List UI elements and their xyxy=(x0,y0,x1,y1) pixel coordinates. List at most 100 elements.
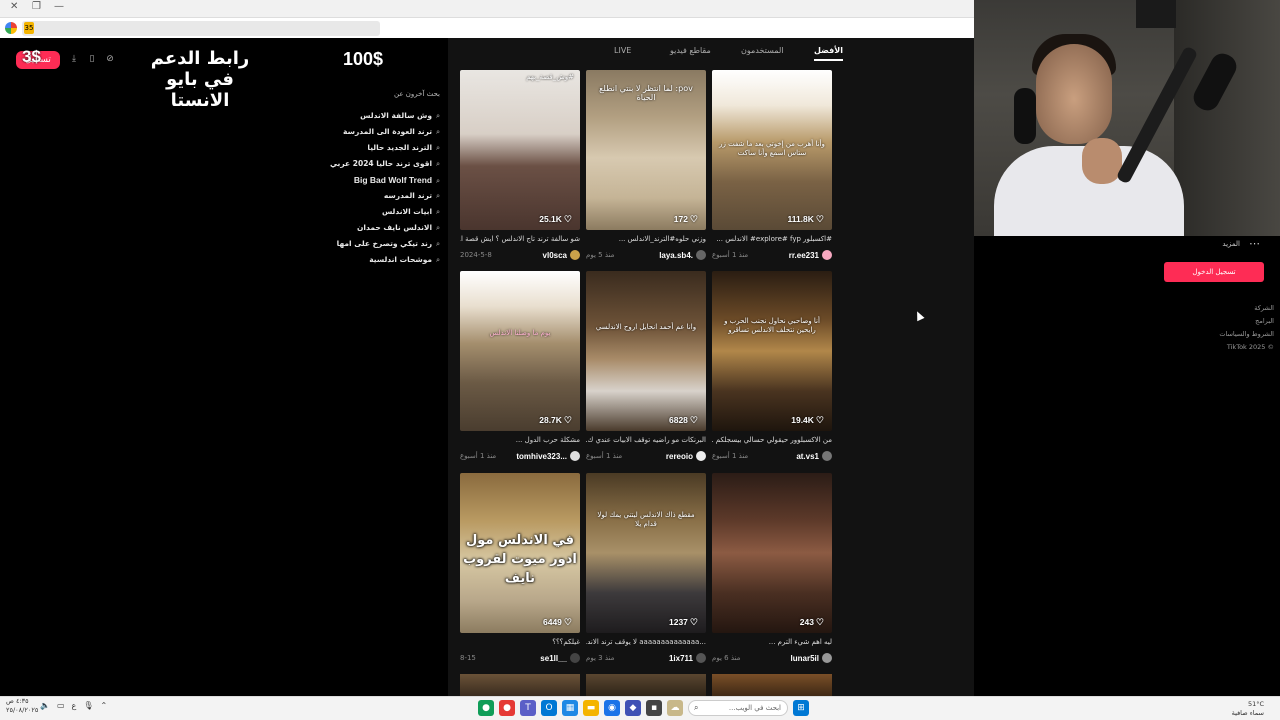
video-description[interactable]: من الاكسبلوور حيقولي حسالي بيسجلكم ... xyxy=(712,436,832,446)
related-search-item[interactable]: ⌕الترند الجديد حاليا xyxy=(330,140,440,156)
video-thumbnail[interactable]: مقطع ذاك الاندلس ليتني يمك لولا قدام يلا… xyxy=(586,473,706,633)
video-card[interactable]: في الاندلس مول ادور ميوت لقروب نايف 6449… xyxy=(460,473,580,664)
tab-users[interactable]: المستخدمون xyxy=(741,46,784,55)
video-description[interactable]: ...aaaaaaaaaaaaaa لا يوقف ترند الاند... xyxy=(586,638,706,648)
restore-window-icon[interactable]: ❐ xyxy=(32,1,41,12)
video-author[interactable]: rereoio xyxy=(666,451,706,461)
video-description[interactable]: #اكسبلور explore# fyp# الاندلس ... xyxy=(712,235,832,245)
teams-icon[interactable]: T xyxy=(520,700,536,716)
search-icon: ⌕ xyxy=(694,703,699,712)
app-icon[interactable]: ● xyxy=(499,700,515,716)
video-author[interactable]: tomhive323... xyxy=(516,451,580,461)
video-card[interactable]: 243 ♡ ليه اهم شيء الترم ... منذ 6 يوم lun… xyxy=(712,473,832,664)
related-search-item[interactable]: ⌕رند تيكي وتصرخ على امها xyxy=(330,236,440,252)
heart-icon: ♡ xyxy=(563,415,572,425)
related-search-item[interactable]: ⌕Big Bad Wolf Trend xyxy=(330,172,440,188)
video-card[interactable]: مقطع ذاك الاندلس ليتني يمك لولا قدام يلا… xyxy=(586,473,706,664)
video-author[interactable]: lunar5il xyxy=(791,653,832,663)
video-author[interactable]: vl0sca xyxy=(543,250,580,260)
clock[interactable]: ٤:٣٥ ص ٢٥/٠٨/٢٠٢٥ xyxy=(6,697,38,715)
app-icon[interactable]: ▪ xyxy=(646,700,662,716)
video-thumbnail-partial[interactable] xyxy=(460,674,580,696)
footer-links: الشركة البرامج الشروط والسياسات © TikTok… xyxy=(1219,302,1274,354)
close-window-icon[interactable]: ✕ xyxy=(10,1,18,12)
video-description[interactable]: البرنكات مو راضيه توقف الابيات عندي ك... xyxy=(586,436,706,446)
related-search-item[interactable]: ⌕وش سالفة الاندلس xyxy=(330,108,440,124)
video-author[interactable]: laya.sb4. xyxy=(659,250,706,260)
language-icon[interactable]: ع xyxy=(72,701,77,710)
browser-tab[interactable] xyxy=(22,21,380,36)
video-card[interactable]: يوم ما وصلنا الاندلس 28.7K ♡ مشكلة حرب ال… xyxy=(460,271,580,462)
outlook-icon[interactable]: O xyxy=(541,700,557,716)
results-tabs: الأفضل المستخدمون مقاطع فيديو LIVE xyxy=(448,38,974,64)
tab-videos[interactable]: مقاطع فيديو xyxy=(670,46,711,55)
video-thumbnail[interactable]: وانا عم أحمد انحايل اروح الاندلسي 6828 ♡ xyxy=(586,271,706,431)
microphone-tray-icon[interactable]: 🎙 xyxy=(83,701,93,710)
widgets-icon[interactable]: ☁ xyxy=(667,700,683,716)
related-search-item[interactable]: ⌕موشحات اندلسية xyxy=(330,252,440,268)
right-sidebar: ⋯ المزيد تسجيل الدخول الشركة البرامج الش… xyxy=(974,236,1280,696)
video-author[interactable]: rr.ee231 xyxy=(789,250,832,260)
tab-top[interactable]: الأفضل xyxy=(814,46,843,61)
chrome-icon xyxy=(5,22,17,34)
compass-icon[interactable]: ⊘ xyxy=(104,52,116,66)
related-search-item[interactable]: ⌕الاندلس نايف حمدان xyxy=(330,220,440,236)
minimize-window-icon[interactable]: — xyxy=(54,1,64,12)
footer-link-terms[interactable]: الشروط والسياسات xyxy=(1219,328,1274,341)
video-description[interactable]: ليه اهم شيء الترم ... xyxy=(712,638,832,648)
video-thumbnail[interactable]: أنا وصاحبي نحاول نجنب الحرب و رايحين نتح… xyxy=(712,271,832,431)
video-date: 8-15 xyxy=(460,654,476,662)
app-icon[interactable]: ◆ xyxy=(625,700,641,716)
chrome-taskbar-icon[interactable]: ◉ xyxy=(604,700,620,716)
footer-link-programs[interactable]: البرامج xyxy=(1219,315,1274,328)
video-description[interactable]: غيلكم؟؟؟ xyxy=(460,638,580,648)
system-tray: 🔈 ▭ ع 🎙 ⌃ xyxy=(40,701,107,710)
app-icon[interactable]: ● xyxy=(478,700,494,716)
like-count: 1237 ♡ xyxy=(669,617,698,627)
related-search-item[interactable]: ⌕ترند المدرسه xyxy=(330,188,440,204)
video-author[interactable]: at.vs1 xyxy=(796,451,832,461)
tab-live[interactable]: LIVE xyxy=(614,46,631,55)
more-link[interactable]: المزيد xyxy=(1222,240,1240,248)
phone-icon[interactable]: ▯ xyxy=(86,52,98,66)
video-thumbnail-partial[interactable] xyxy=(712,674,832,696)
speaker-icon[interactable]: 🔈 xyxy=(40,701,50,710)
video-card[interactable]: #وش_قصة_بهم 25.1K ♡ شو سالفة ترند تاج الا… xyxy=(460,70,580,261)
video-thumbnail-partial[interactable] xyxy=(586,674,706,696)
video-thumbnail[interactable]: #وش_قصة_بهم 25.1K ♡ xyxy=(460,70,580,230)
download-icon[interactable]: ⤓ xyxy=(68,52,80,66)
video-card[interactable]: وانا عم أحمد انحايل اروح الاندلسي 6828 ♡ … xyxy=(586,271,706,462)
video-thumbnail[interactable]: وأنا أهرب من إخوتي بعد ما شفت زر ستاس اس… xyxy=(712,70,832,230)
video-thumbnail[interactable]: 243 ♡ xyxy=(712,473,832,633)
video-card[interactable]: pov: لما انتظر لا بنتي انطلع الحياة 172 ♡… xyxy=(586,70,706,261)
video-card[interactable]: أنا وصاحبي نحاول نجنب الحرب و رايحين نتح… xyxy=(712,271,832,462)
windows-start-icon[interactable]: ⊞ xyxy=(793,700,809,716)
video-author[interactable]: 1ix711 xyxy=(669,653,706,663)
video-card[interactable]: وأنا أهرب من إخوتي بعد ما شفت زر ستاس اس… xyxy=(712,70,832,261)
video-thumbnail[interactable]: يوم ما وصلنا الاندلس 28.7K ♡ xyxy=(460,271,580,431)
login-button[interactable]: تسجيل الدخول xyxy=(1164,262,1264,282)
video-description[interactable]: وزني حلوه#الترند_الاندلس ... xyxy=(586,235,706,245)
more-options-icon[interactable]: ⋯ xyxy=(1249,237,1260,250)
network-icon[interactable]: ▭ xyxy=(57,701,65,710)
video-date: منذ 6 يوم xyxy=(712,654,741,662)
related-search-item[interactable]: ⌕ترند العودة الى المدرسة xyxy=(330,124,440,140)
video-thumbnail[interactable]: في الاندلس مول ادور ميوت لقروب نايف 6449… xyxy=(460,473,580,633)
video-thumbnail[interactable]: pov: لما انتظر لا بنتي انطلع الحياة 172 ♡ xyxy=(586,70,706,230)
video-description[interactable]: شو سالفة ترند تاج الاندلس ؟ ايش قصة ا... xyxy=(460,235,580,245)
video-description[interactable]: مشكلة حرب الدول ... xyxy=(460,436,580,446)
footer-link-company[interactable]: الشركة xyxy=(1219,302,1274,315)
footer-copyright: © TikTok 2025 xyxy=(1226,343,1274,351)
heart-icon: ♡ xyxy=(689,617,698,627)
file-explorer-icon[interactable]: ▬ xyxy=(583,700,599,716)
chevron-up-icon[interactable]: ⌃ xyxy=(100,701,107,710)
like-count: 6828 ♡ xyxy=(669,415,698,425)
taskbar-apps: ● ● T O ▦ ▬ ◉ ◆ ▪ ☁ ⌕ ابحث في الويب... ⊞ xyxy=(478,700,809,716)
taskbar-search[interactable]: ⌕ ابحث في الويب... xyxy=(688,700,788,716)
related-search-item[interactable]: ⌕ابيات الاندلس xyxy=(330,204,440,220)
weather-widget[interactable]: 51°C سماء صافية xyxy=(1232,700,1264,718)
app-icon[interactable]: ▦ xyxy=(562,700,578,716)
avatar xyxy=(696,451,706,461)
video-author[interactable]: se1ll__ xyxy=(540,653,580,663)
related-search-item[interactable]: ⌕اقوى ترند حاليا 2024 عربي xyxy=(330,156,440,172)
